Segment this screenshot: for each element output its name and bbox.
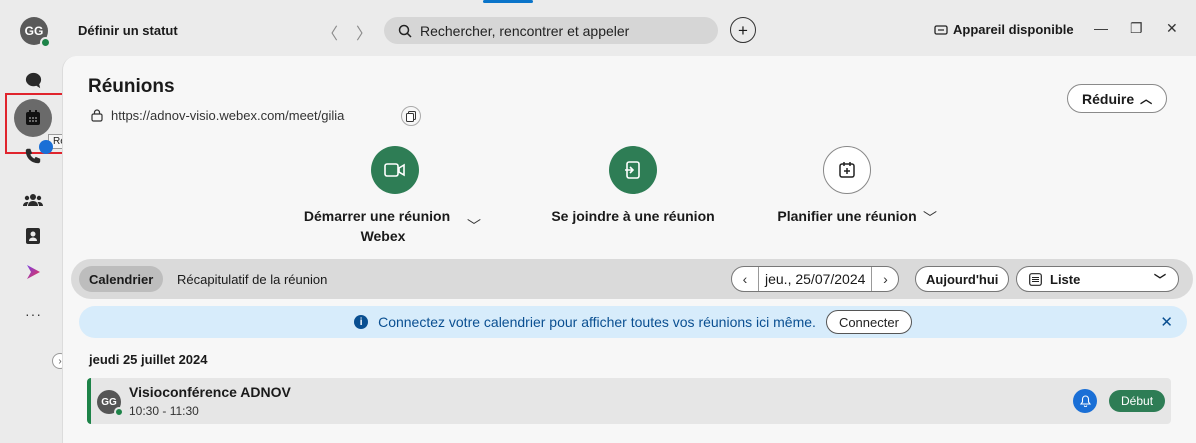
- tab-calendar[interactable]: Calendrier: [79, 266, 164, 292]
- start-meeting-button[interactable]: [371, 146, 419, 194]
- host-initials: GG: [101, 396, 117, 408]
- chevron-down-icon[interactable]: ﹀: [467, 216, 481, 236]
- maximize-button[interactable]: ❐: [1130, 20, 1143, 37]
- presence-dot: [40, 37, 51, 48]
- start-meeting-action[interactable]: Démarrer une réunion Webex: [287, 146, 467, 244]
- video-camera-icon: [384, 163, 405, 177]
- info-icon: i: [354, 315, 369, 329]
- copy-icon: [406, 110, 416, 122]
- search-icon: [398, 24, 412, 38]
- new-action-button[interactable]: +: [730, 17, 756, 43]
- calendar-toolbar: Calendrier Récapitulatif de la réunion ‹…: [71, 259, 1193, 299]
- presence-dot: [114, 407, 124, 417]
- apps-icon: [27, 265, 40, 279]
- join-door-icon: [625, 161, 640, 179]
- bell-icon: [1079, 395, 1091, 407]
- connect-calendar-banner: i Connectez votre calendrier pour affich…: [79, 306, 1187, 338]
- avatar-initials: GG: [24, 24, 44, 38]
- view-select[interactable]: Liste ﹀: [1016, 266, 1179, 292]
- schedule-meeting-button[interactable]: [823, 146, 871, 194]
- previous-day-button[interactable]: ‹: [732, 271, 758, 287]
- search-placeholder: Rechercher, rencontrer et appeler: [420, 22, 630, 39]
- reminder-button[interactable]: [1073, 389, 1097, 413]
- meeting-title: Visioconférence ADNOV: [129, 384, 291, 400]
- back-arrow-icon[interactable]: 〈: [322, 20, 338, 44]
- schedule-meeting-label: Planifier une réunion: [777, 208, 917, 224]
- forward-arrow-icon[interactable]: 〉: [356, 20, 372, 44]
- meeting-url[interactable]: https://adnov-visio.webex.com/meet/gilia: [111, 108, 344, 123]
- chevron-up-icon: ︿: [1140, 92, 1153, 106]
- close-window-button[interactable]: ✕: [1166, 20, 1178, 37]
- chevron-down-icon: ﹀: [1153, 273, 1166, 287]
- join-meeting-label: Se joindre à une réunion: [551, 208, 715, 224]
- today-button[interactable]: Aujourd'hui: [915, 266, 1010, 292]
- join-meeting-action[interactable]: Se joindre à une réunion: [533, 146, 733, 224]
- chevron-down-icon[interactable]: ﹀: [923, 208, 937, 228]
- next-day-button[interactable]: ›: [872, 271, 898, 287]
- more-nav[interactable]: ···: [25, 306, 42, 322]
- copy-link-button[interactable]: [401, 106, 421, 126]
- lock-icon: [91, 109, 103, 122]
- banner-text: Connectez votre calendrier pour afficher…: [378, 314, 816, 330]
- start-meeting-label: Démarrer une réunion Webex: [287, 208, 467, 244]
- people-icon: [23, 194, 43, 206]
- schedule-meeting-action[interactable]: Planifier une réunion: [767, 146, 927, 224]
- date-navigator: ‹ jeu., 25/07/2024 ›: [731, 266, 900, 292]
- current-date[interactable]: jeu., 25/07/2024: [758, 267, 873, 291]
- collapse-label: Réduire: [1082, 90, 1135, 107]
- set-status-button[interactable]: Définir un statut: [78, 23, 178, 38]
- notification-badge: [39, 140, 53, 154]
- device-icon: [934, 24, 948, 35]
- view-select-value: Liste: [1050, 271, 1081, 287]
- user-avatar[interactable]: GG: [20, 17, 51, 48]
- close-icon[interactable]: ✕: [1160, 313, 1173, 331]
- meetings-panel: Réunions https://adnov-visio.webex.com/m…: [62, 56, 1196, 443]
- meeting-item[interactable]: GG Visioconférence ADNOV 10:30 - 11:30 D…: [87, 378, 1171, 424]
- apps-nav[interactable]: [23, 262, 43, 282]
- history-nav: 〈 〉: [322, 20, 372, 44]
- host-avatar: GG: [97, 390, 124, 417]
- join-meeting-button[interactable]: [609, 146, 657, 194]
- plus-icon: +: [738, 20, 748, 40]
- day-heading: jeudi 25 juillet 2024: [89, 352, 208, 367]
- collapse-button[interactable]: Réduire ︿: [1067, 84, 1168, 113]
- device-status-button[interactable]: Appareil disponible: [934, 22, 1074, 37]
- start-meeting-item-button[interactable]: Début: [1109, 390, 1166, 412]
- meeting-time: 10:30 - 11:30: [129, 404, 199, 418]
- minimize-button[interactable]: —: [1094, 20, 1108, 36]
- contacts-nav[interactable]: [23, 226, 43, 246]
- device-label: Appareil disponible: [953, 22, 1074, 37]
- teams-nav[interactable]: [23, 190, 43, 210]
- start-meeting-label-line2: Webex: [360, 228, 406, 244]
- personal-room-link: https://adnov-visio.webex.com/meet/gilia: [91, 108, 344, 123]
- messaging-nav[interactable]: [23, 70, 43, 90]
- chat-icon: [25, 72, 41, 88]
- calendar-add-icon: [839, 162, 855, 178]
- connect-button[interactable]: Connecter: [825, 310, 912, 334]
- title-bar: GG Définir un statut 〈 〉 Rechercher, ren…: [0, 0, 1196, 60]
- list-icon: [1029, 272, 1042, 286]
- page-title: Réunions: [88, 76, 175, 97]
- active-indicator: [483, 0, 533, 3]
- contacts-icon: [26, 228, 40, 244]
- tab-meeting-recap[interactable]: Récapitulatif de la réunion: [177, 272, 327, 287]
- search-input[interactable]: Rechercher, rencontrer et appeler: [384, 17, 718, 44]
- start-meeting-label-line1: Démarrer une réunion: [303, 208, 451, 224]
